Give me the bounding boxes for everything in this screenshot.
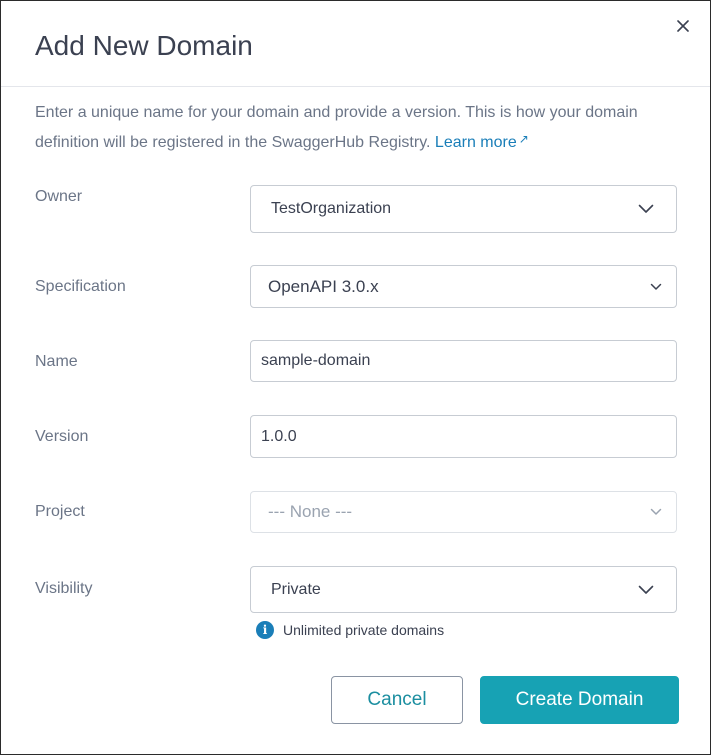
chevron-down-icon [638,585,654,595]
chevron-down-icon [638,204,654,214]
dialog-title: Add New Domain [35,30,253,61]
project-value: --- None --- [268,502,353,521]
visibility-value: Private [271,580,321,598]
external-link-icon: ↗ [518,132,529,146]
owner-select[interactable]: TestOrganization [250,185,677,233]
description-text: Enter a unique name for your domain and … [35,104,638,151]
specification-value: OpenAPI 3.0.x [268,276,379,296]
version-input[interactable]: 1.0.0 [250,415,677,458]
create-domain-button[interactable]: Create Domain [480,676,679,724]
specification-select[interactable]: OpenAPI 3.0.x [250,265,677,308]
chevron-down-icon [650,508,662,516]
visibility-hint-text: Unlimited private domains [283,622,445,638]
learn-more-link[interactable]: Learn more ↗ [435,132,529,151]
add-domain-dialog: Add New Domain Enter a unique name for y… [0,0,711,755]
name-input[interactable]: sample-domain [250,340,677,382]
chevron-down-icon [650,283,662,291]
visibility-select[interactable]: Private [250,566,677,613]
visibility-label: Visibility [35,580,93,597]
project-label: Project [35,503,85,520]
name-label: Name [35,353,78,370]
info-icon: i [256,621,274,639]
version-label: Version [35,428,89,445]
dialog-description: Enter a unique name for your domain and … [35,99,675,156]
title-divider [1,86,710,87]
visibility-hint: i Unlimited private domains [256,621,444,639]
owner-value: TestOrganization [271,200,392,217]
close-icon [677,20,689,32]
project-select[interactable]: --- None --- [250,491,677,533]
specification-label: Specification [35,278,126,295]
owner-label: Owner [35,188,83,205]
cancel-button[interactable]: Cancel [331,676,463,724]
name-value: sample-domain [261,352,371,369]
close-button[interactable] [672,15,694,37]
version-value: 1.0.0 [261,427,297,445]
